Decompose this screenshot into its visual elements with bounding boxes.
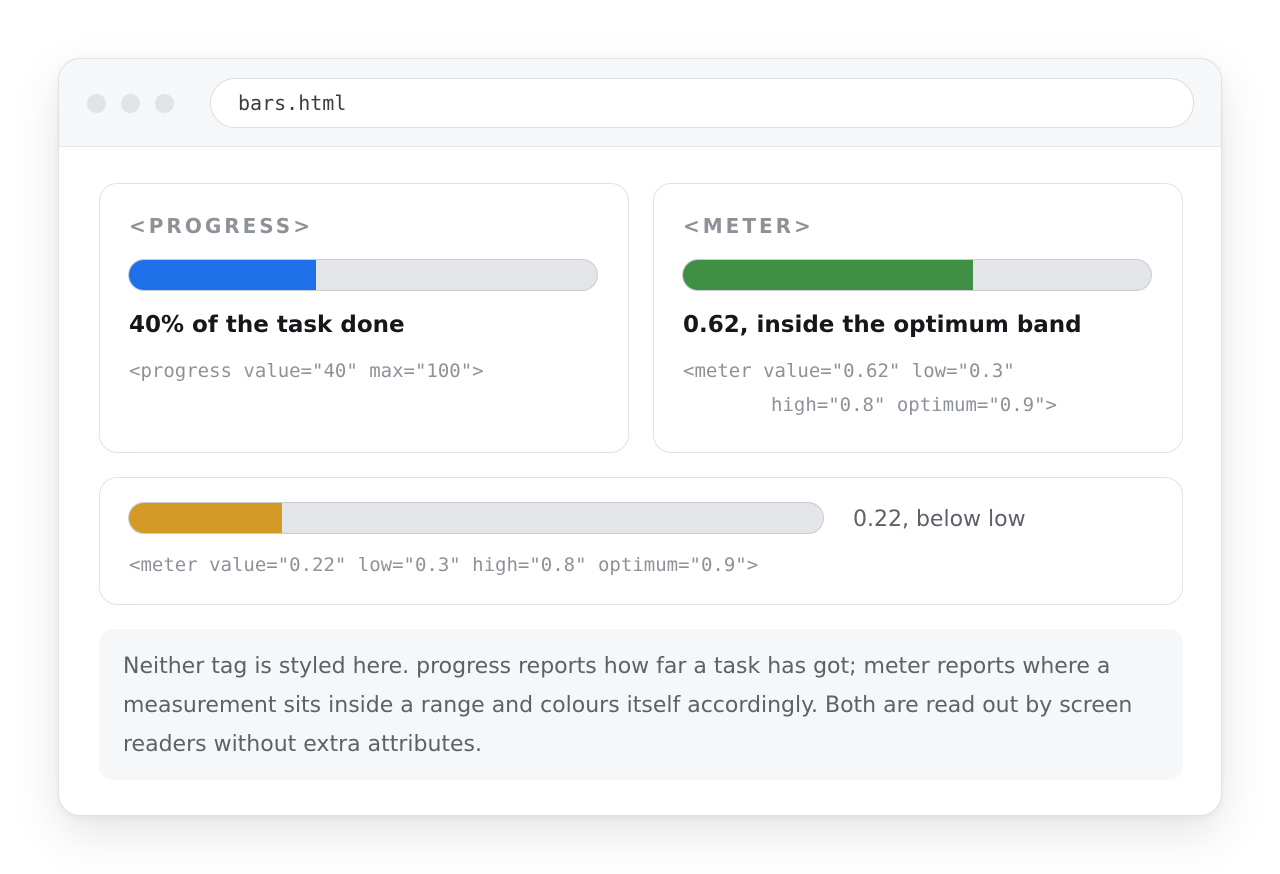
window-control-dot-close[interactable] xyxy=(87,94,106,113)
meter-card: <METER> 0.62, inside the optimum band <m… xyxy=(653,183,1183,453)
address-bar[interactable]: bars.html xyxy=(210,78,1194,128)
low-meter-label: 0.22, below low xyxy=(853,507,1026,532)
progress-bar xyxy=(128,259,598,291)
meter-bar xyxy=(682,259,1152,291)
low-meter-bar xyxy=(128,502,824,534)
explanation-note: Neither tag is styled here. progress rep… xyxy=(99,629,1183,780)
low-meter-card: 0.22, below low <meter value="0.22" low=… xyxy=(99,477,1183,605)
progress-card: <PROGRESS> 40% of the task done <progres… xyxy=(99,183,629,453)
meter-eyebrow: <METER> xyxy=(683,214,814,238)
low-meter-code-snippet: <meter value="0.22" low="0.3" high="0.8"… xyxy=(129,554,759,576)
meter-caption: 0.62, inside the optimum band xyxy=(683,312,1082,338)
progress-code-snippet: <progress value="40" max="100"> xyxy=(129,360,484,382)
progress-eyebrow: <PROGRESS> xyxy=(129,214,313,238)
progress-bar-fill xyxy=(129,260,317,290)
progress-caption: 40% of the task done xyxy=(129,312,405,338)
low-meter-bar-fill xyxy=(129,503,282,533)
title-bar: bars.html xyxy=(59,59,1221,147)
window-control-dot-maximize[interactable] xyxy=(155,94,174,113)
browser-window: bars.html <PROGRESS> 40% of the task don… xyxy=(58,58,1222,816)
meter-code-line-2: high="0.8" optimum="0.9"> xyxy=(771,394,1057,416)
meter-code-line-1: <meter value="0.62" low="0.3" xyxy=(683,360,1015,382)
window-control-dot-minimize[interactable] xyxy=(121,94,140,113)
meter-bar-fill xyxy=(683,260,974,290)
